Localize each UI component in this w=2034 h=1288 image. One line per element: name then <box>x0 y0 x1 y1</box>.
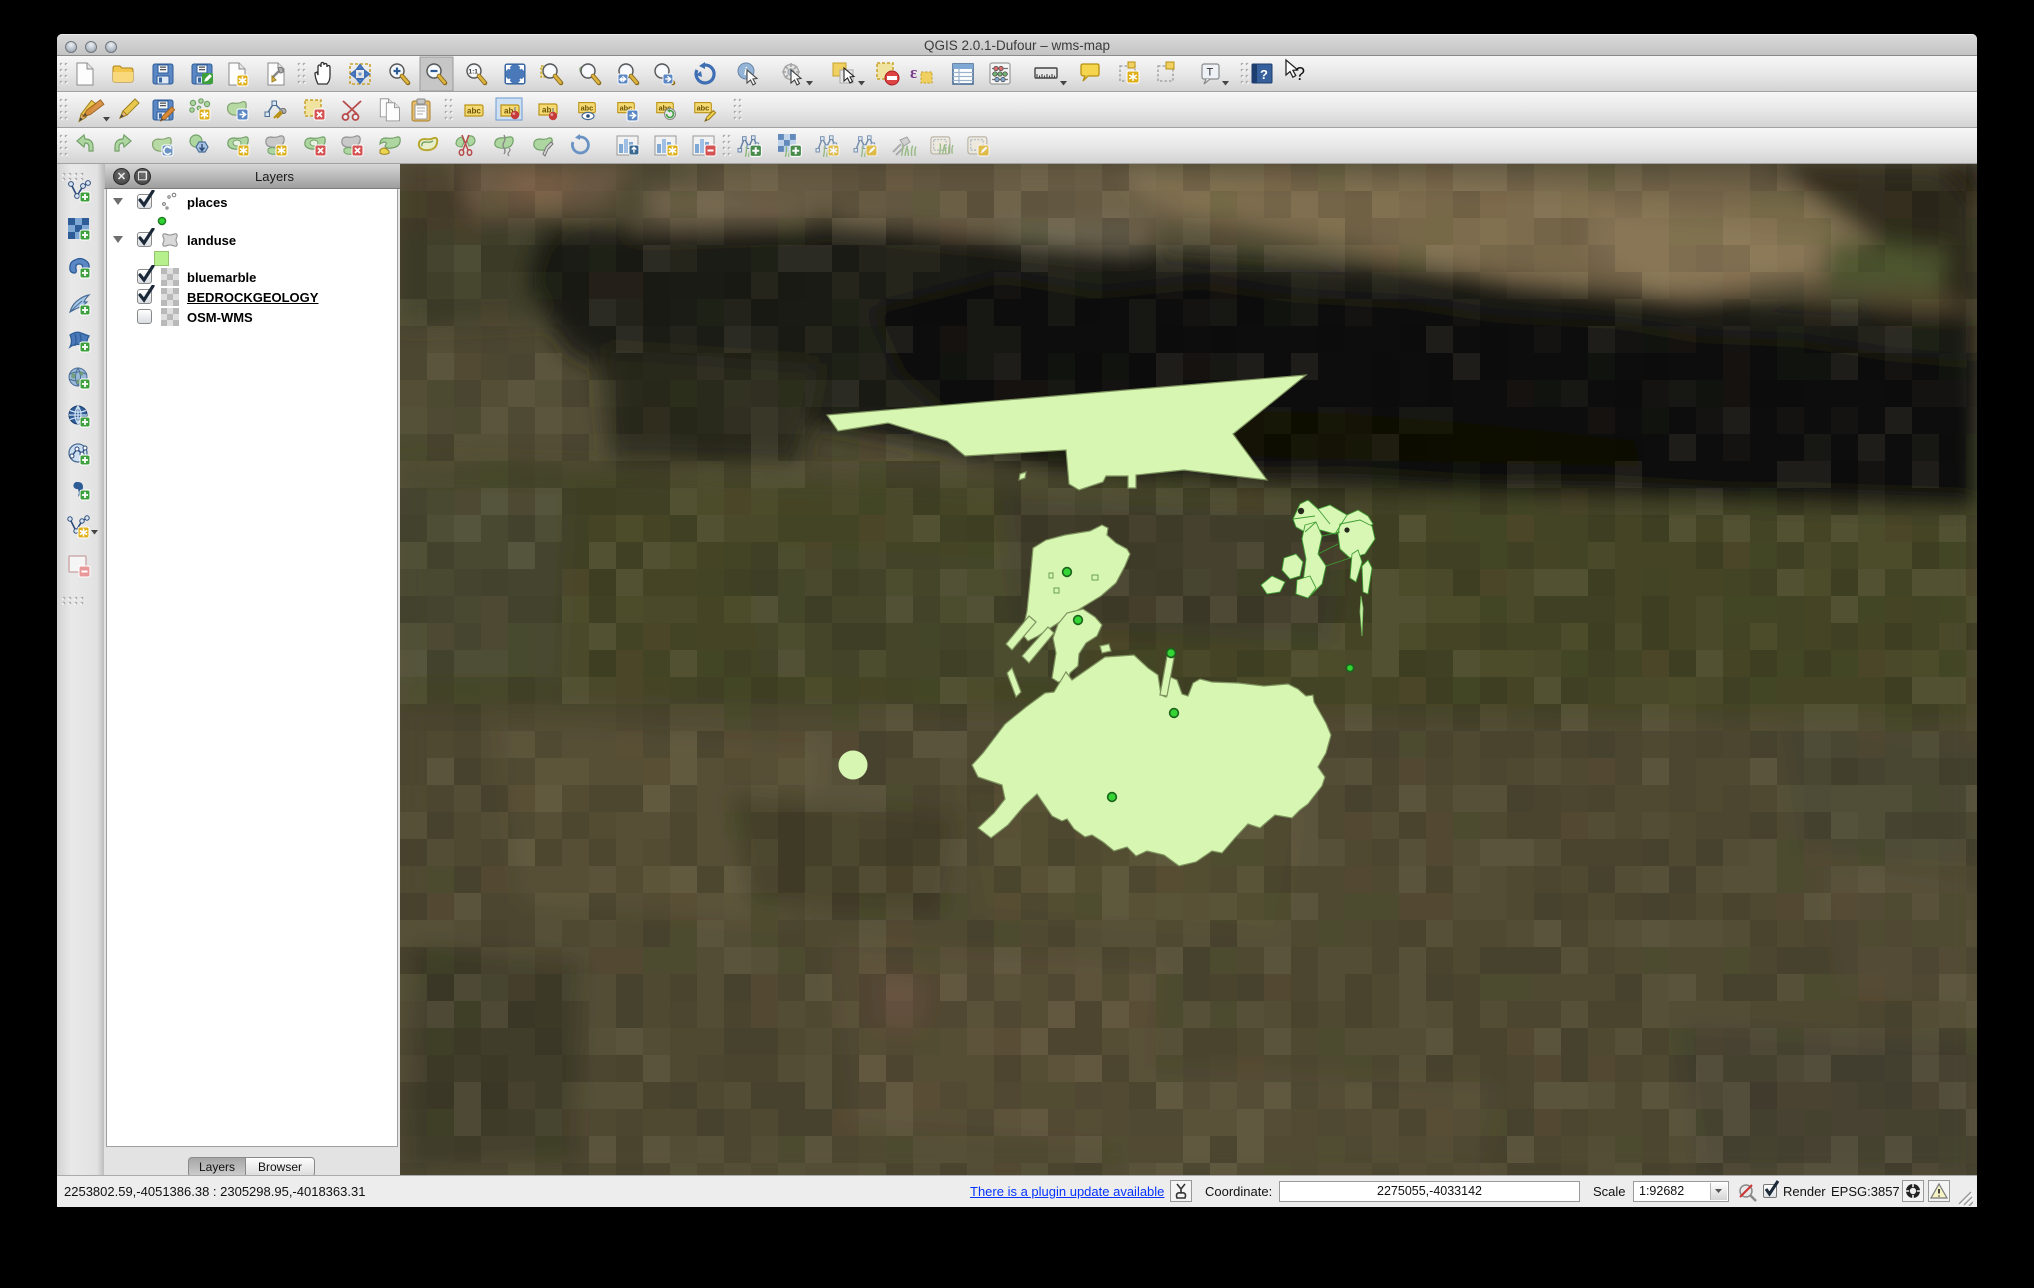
svg-text:ε: ε <box>910 63 917 82</box>
svg-text:T: T <box>1207 67 1214 79</box>
svg-text:?: ? <box>1295 64 1305 84</box>
svg-text:?: ? <box>1260 67 1268 82</box>
svg-text:1:1: 1:1 <box>469 69 479 76</box>
